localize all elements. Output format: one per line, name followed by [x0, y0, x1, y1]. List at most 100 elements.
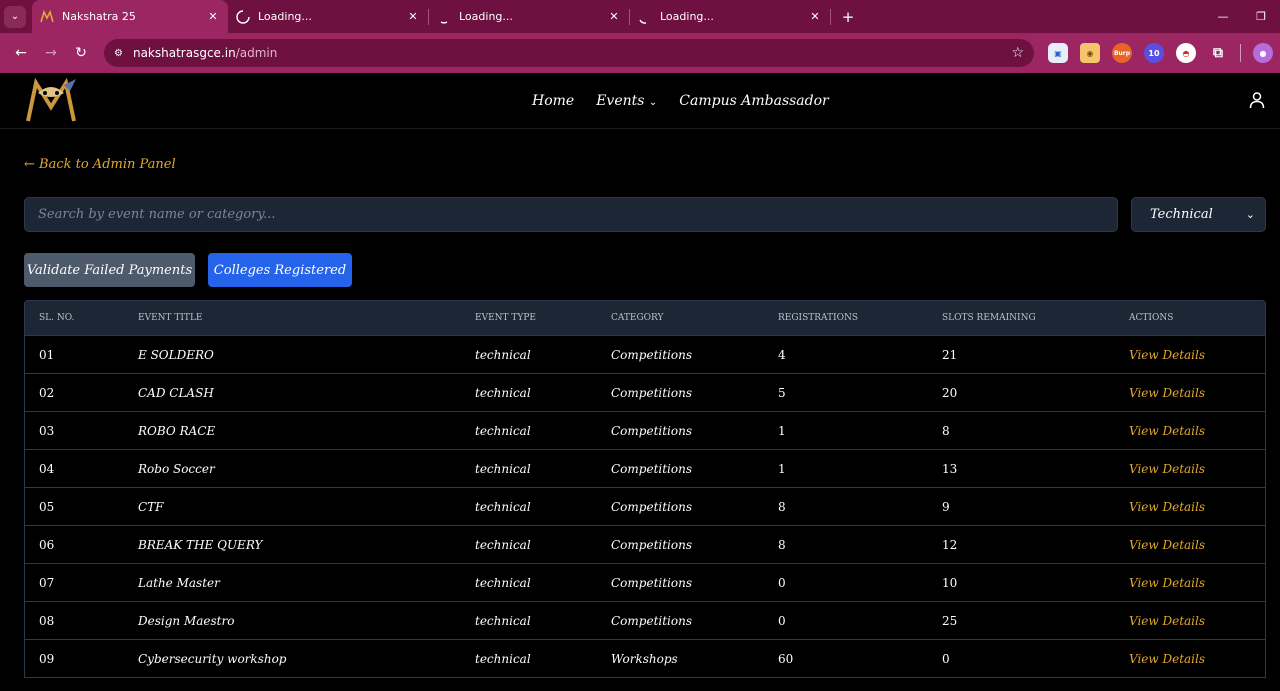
view-details-link[interactable]: View Details: [1129, 614, 1265, 628]
close-icon[interactable]: ✕: [406, 10, 420, 23]
save-extension-icon[interactable]: ▣: [1048, 43, 1068, 63]
loading-spinner-icon: [236, 9, 250, 24]
cookie-extension-icon[interactable]: ◉: [1080, 43, 1100, 63]
cell-slots-remaining: 0: [942, 651, 950, 666]
cell-sl-no: 01: [39, 347, 55, 362]
nav-events[interactable]: Events ⌄: [596, 93, 657, 109]
site-favicon-icon: [40, 9, 54, 24]
view-details-link[interactable]: View Details: [1129, 652, 1265, 666]
profile-avatar-icon[interactable]: ●: [1253, 43, 1273, 63]
tab-loading-3[interactable]: Loading... ✕: [630, 0, 830, 33]
table-row: 02 CAD CLASH technical Competitions 5 20…: [25, 373, 1265, 411]
table-row: 01 E SOLDERO technical Competitions 4 21…: [25, 335, 1265, 373]
reload-icon[interactable]: ↻: [66, 45, 96, 61]
cell-category: Competitions: [611, 613, 692, 628]
cell-slots-remaining: 10: [942, 575, 958, 590]
tab-divider: [830, 8, 831, 25]
cell-slots-remaining: 8: [942, 423, 950, 438]
cell-sl-no: 05: [39, 499, 55, 514]
cell-sl-no: 03: [39, 423, 55, 438]
tab-search-button[interactable]: ⌄: [4, 5, 26, 28]
table-row: 08 Design Maestro technical Competitions…: [25, 601, 1265, 639]
cell-slots-remaining: 9: [942, 499, 950, 514]
close-icon[interactable]: ✕: [206, 10, 220, 23]
chevron-down-icon: ⌄: [1245, 208, 1255, 221]
minimize-icon[interactable]: —: [1204, 10, 1242, 23]
cell-category: Workshops: [611, 651, 678, 666]
url-path: /admin: [235, 46, 278, 60]
back-arrow-icon[interactable]: ←: [6, 45, 36, 61]
table-row: 05 CTF technical Competitions 8 9 View D…: [25, 487, 1265, 525]
view-details-link[interactable]: View Details: [1129, 424, 1265, 438]
view-details-link[interactable]: View Details: [1129, 576, 1265, 590]
header-slots-remaining: SLOTS REMAINING: [942, 313, 1036, 323]
cell-sl-no: 09: [39, 651, 55, 666]
cell-event-type: technical: [475, 499, 531, 514]
cell-registrations: 1: [778, 461, 786, 476]
cell-event-type: technical: [475, 613, 531, 628]
chevron-down-icon: ⌄: [648, 97, 658, 108]
cell-category: Competitions: [611, 499, 692, 514]
cell-slots-remaining: 13: [942, 461, 958, 476]
search-input[interactable]: Search by event name or category...: [24, 197, 1118, 232]
colleges-registered-button[interactable]: Colleges Registered: [208, 253, 352, 287]
cell-registrations: 60: [778, 651, 794, 666]
address-bar[interactable]: ⚙ nakshatrasgce.in /admin ☆: [104, 39, 1034, 67]
tab-loading-1[interactable]: Loading... ✕: [228, 0, 428, 33]
cell-event-title: Lathe Master: [138, 575, 220, 590]
user-icon[interactable]: [1248, 91, 1266, 109]
cell-event-title: CTF: [138, 499, 164, 514]
cell-slots-remaining: 20: [942, 385, 958, 400]
tab-nakshatra[interactable]: Nakshatra 25 ✕: [32, 0, 228, 33]
cell-category: Competitions: [611, 423, 692, 438]
url-host: nakshatrasgce.in: [132, 46, 236, 60]
cell-category: Competitions: [611, 347, 692, 362]
view-details-link[interactable]: View Details: [1129, 462, 1265, 476]
cell-category: Competitions: [611, 537, 692, 552]
view-details-link[interactable]: View Details: [1129, 538, 1265, 552]
cell-sl-no: 04: [39, 461, 55, 476]
cell-slots-remaining: 25: [942, 613, 958, 628]
tab-title: Loading...: [258, 10, 312, 23]
bookmark-star-icon[interactable]: ☆: [1011, 45, 1024, 61]
event-type-select[interactable]: Technical ⌄: [1131, 197, 1266, 232]
main-nav: Home Events ⌄ Campus Ambassador: [532, 73, 829, 129]
extensions-puzzle-icon[interactable]: ⧉: [1208, 43, 1228, 63]
forward-arrow-icon[interactable]: →: [36, 45, 66, 61]
cell-event-type: technical: [475, 651, 531, 666]
nav-home[interactable]: Home: [532, 93, 574, 109]
table-row: 06 BREAK THE QUERY technical Competition…: [25, 525, 1265, 563]
new-tab-plus-icon[interactable]: +: [839, 8, 857, 26]
cell-event-type: technical: [475, 385, 531, 400]
back-to-admin-link[interactable]: ← Back to Admin Panel: [24, 157, 176, 172]
cell-sl-no: 06: [39, 537, 55, 552]
view-details-link[interactable]: View Details: [1129, 348, 1265, 362]
close-icon[interactable]: ✕: [607, 10, 621, 23]
cell-sl-no: 07: [39, 575, 55, 590]
pokeball-extension-icon[interactable]: ◓: [1176, 43, 1196, 63]
site-info-icon[interactable]: ⚙: [114, 48, 123, 59]
restore-icon[interactable]: ❐: [1242, 10, 1280, 23]
site-logo[interactable]: [24, 77, 78, 125]
table-row: 03 ROBO RACE technical Competitions 1 8 …: [25, 411, 1265, 449]
header-event-title: EVENT TITLE: [138, 313, 203, 323]
cell-category: Competitions: [611, 385, 692, 400]
header-sl-no: SL. NO.: [39, 313, 75, 323]
cell-registrations: 0: [778, 613, 786, 628]
view-details-link[interactable]: View Details: [1129, 386, 1265, 400]
select-value: Technical: [1150, 207, 1213, 222]
loading-spinner-icon: [437, 10, 451, 24]
close-icon[interactable]: ✕: [808, 10, 822, 23]
nav-campus-ambassador[interactable]: Campus Ambassador: [679, 93, 828, 109]
badge-extension-icon[interactable]: 10: [1144, 43, 1164, 63]
cell-event-type: technical: [475, 423, 531, 438]
view-details-link[interactable]: View Details: [1129, 500, 1265, 514]
tab-loading-2[interactable]: Loading... ✕: [429, 0, 629, 33]
burp-extension-icon[interactable]: Burp: [1112, 43, 1132, 63]
cell-registrations: 8: [778, 537, 786, 552]
validate-failed-payments-button[interactable]: Validate Failed Payments: [24, 253, 195, 287]
cell-event-type: technical: [475, 461, 531, 476]
table-row: 07 Lathe Master technical Competitions 0…: [25, 563, 1265, 601]
tab-title: Loading...: [459, 10, 513, 23]
loading-spinner-icon: [638, 10, 652, 24]
